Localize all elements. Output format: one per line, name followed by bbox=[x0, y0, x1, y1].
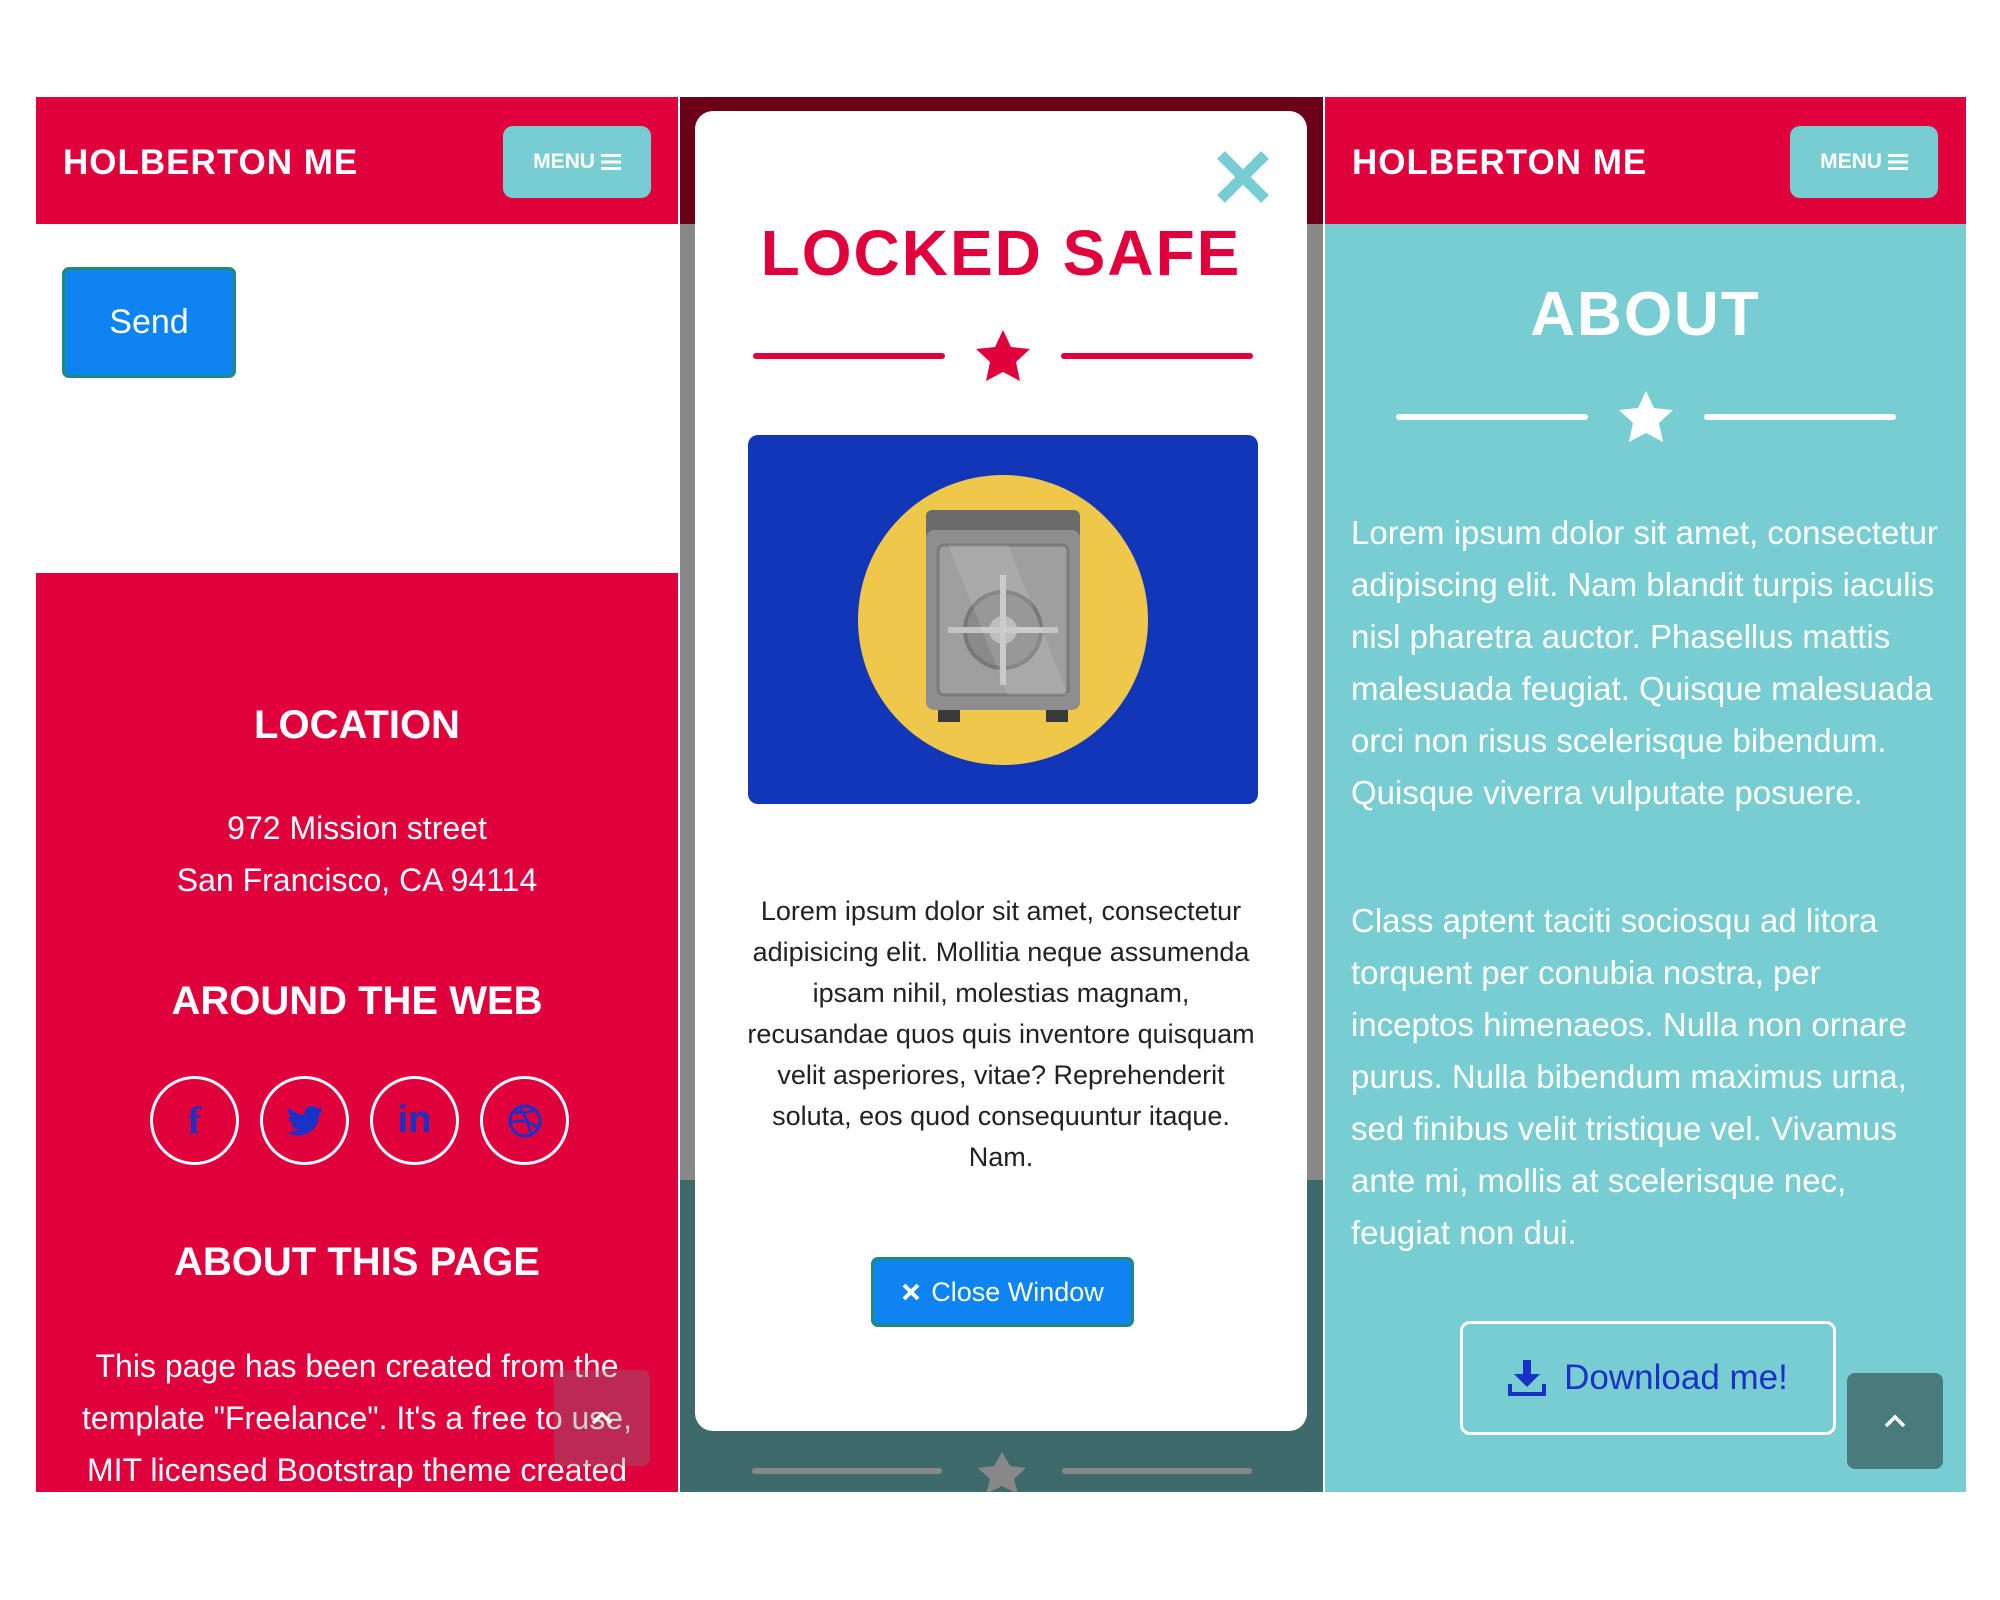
menu-label: MENU bbox=[1820, 150, 1882, 173]
around-the-web-heading: AROUND THE WEB bbox=[171, 979, 543, 1023]
hamburger-icon bbox=[1887, 154, 1908, 170]
about-paragraph-2: Class aptent taciti sociosqu ad litora t… bbox=[1351, 902, 1907, 1251]
linkedin-icon: in bbox=[397, 1099, 432, 1141]
menu-button[interactable]: MENU bbox=[503, 126, 651, 198]
twitter-icon bbox=[286, 1105, 323, 1135]
navbar: HOLBERTON ME MENU bbox=[36, 97, 678, 224]
menu-label: MENU bbox=[533, 150, 595, 173]
mobile-screen-modal: LOCKED SAFE Lorem ipsum dolor sit amet, bbox=[680, 97, 1323, 1492]
twitter-link[interactable] bbox=[260, 1076, 349, 1165]
scroll-to-top-button[interactable] bbox=[1847, 1373, 1943, 1469]
download-icon bbox=[1508, 1360, 1547, 1396]
dimmed-divider bbox=[752, 1452, 1252, 1492]
chevron-up-icon bbox=[591, 1411, 613, 1425]
safe-image bbox=[748, 435, 1258, 804]
safe-illustration bbox=[858, 475, 1148, 765]
scroll-to-top-button[interactable] bbox=[554, 1370, 650, 1466]
close-window-label: Close Window bbox=[931, 1276, 1104, 1307]
times-icon bbox=[902, 1283, 920, 1301]
facebook-link[interactable]: f bbox=[150, 1076, 239, 1165]
brand-logo[interactable]: HOLBERTON ME bbox=[1352, 143, 1647, 183]
address-line-2: San Francisco, CA 94114 bbox=[176, 862, 538, 898]
brand-logo[interactable]: HOLBERTON ME bbox=[63, 143, 358, 183]
dribbble-link[interactable] bbox=[480, 1076, 569, 1165]
about-title: ABOUT bbox=[1530, 280, 1761, 349]
about-paragraph-1: Lorem ipsum dolor sit amet, consectetur … bbox=[1351, 514, 1938, 811]
facebook-icon: f bbox=[188, 1099, 201, 1142]
star-divider bbox=[1396, 391, 1896, 442]
send-button[interactable]: Send bbox=[62, 267, 236, 378]
menu-button[interactable]: MENU bbox=[1790, 126, 1938, 198]
navbar: HOLBERTON ME MENU bbox=[1325, 97, 1966, 224]
mobile-screen-about: HOLBERTON ME MENU ABOUT Lorem ipsum dolo… bbox=[1325, 97, 1966, 1492]
social-links: f in bbox=[150, 1076, 569, 1165]
location-heading: LOCATION bbox=[254, 703, 460, 747]
chevron-up-icon bbox=[1884, 1414, 1906, 1428]
portfolio-modal: LOCKED SAFE Lorem ipsum dolor sit amet, bbox=[695, 111, 1307, 1431]
star-icon bbox=[1619, 391, 1673, 442]
address: 972 Mission street San Francisco, CA 941… bbox=[36, 802, 678, 906]
footer: LOCATION 972 Mission street San Francisc… bbox=[36, 573, 678, 1492]
close-icon[interactable] bbox=[1213, 147, 1273, 207]
dribbble-icon bbox=[508, 1104, 541, 1137]
modal-description: Lorem ipsum dolor sit amet, consectetur … bbox=[747, 896, 1255, 1172]
close-window-button[interactable]: Close Window bbox=[871, 1257, 1134, 1327]
star-divider bbox=[753, 330, 1253, 381]
linkedin-link[interactable]: in bbox=[370, 1076, 459, 1165]
modal-title: LOCKED SAFE bbox=[760, 217, 1242, 289]
hamburger-icon bbox=[600, 154, 621, 170]
star-icon bbox=[976, 330, 1030, 381]
download-label: Download me! bbox=[1564, 1358, 1788, 1397]
mobile-screen-contact: HOLBERTON ME MENU Send LOCATION 972 Miss… bbox=[36, 97, 678, 1492]
address-line-1: 972 Mission street bbox=[227, 810, 487, 846]
about-this-page-heading: ABOUT THIS PAGE bbox=[174, 1240, 540, 1284]
download-button[interactable]: Download me! bbox=[1460, 1321, 1836, 1435]
